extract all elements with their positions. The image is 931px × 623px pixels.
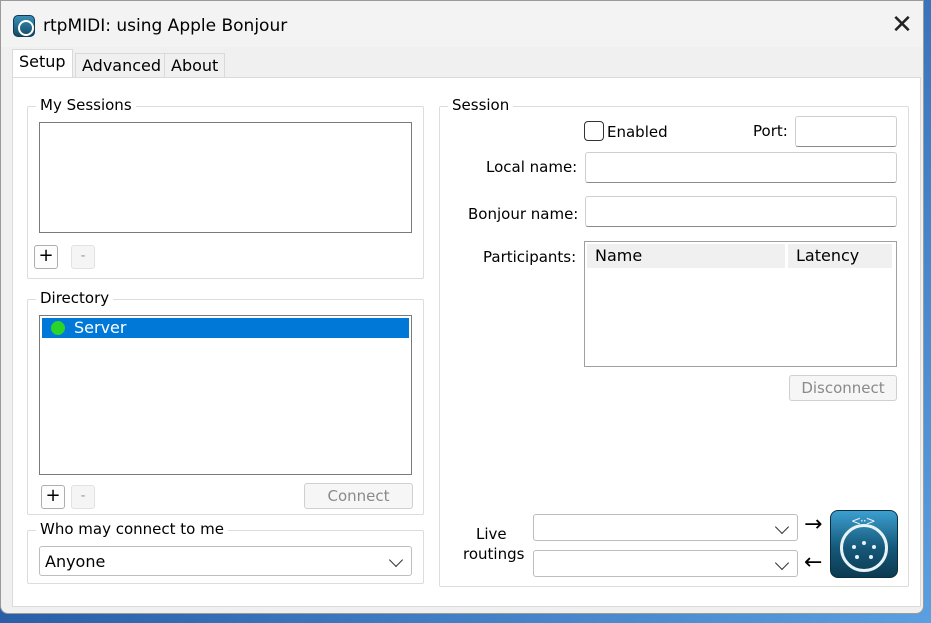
arrow-left-icon: ← bbox=[804, 550, 823, 575]
online-status-icon bbox=[51, 321, 65, 335]
tab-advanced[interactable]: Advanced bbox=[75, 53, 169, 77]
who-may-connect-select[interactable]: Anyone bbox=[39, 546, 412, 576]
session-group: Session Enabled Port: Local name: Bonjou… bbox=[439, 96, 909, 587]
my-sessions-title: My Sessions bbox=[36, 96, 136, 114]
directory-item-label: Server bbox=[74, 318, 127, 337]
bonjour-name-label: Bonjour name: bbox=[468, 205, 579, 223]
setup-tab-panel: My Sessions + - Directory Server + - Con… bbox=[12, 77, 921, 607]
midi-pin-icon bbox=[862, 541, 866, 545]
directory-group: Directory Server + - Connect bbox=[27, 289, 424, 515]
who-may-connect-value: Anyone bbox=[45, 552, 106, 571]
window-title: rtpMIDI: using Apple Bonjour bbox=[43, 16, 288, 36]
midi-ring-icon bbox=[840, 524, 888, 572]
live-routings-label-line2: routings bbox=[463, 545, 525, 563]
title-bar: rtpMIDI: using Apple Bonjour ✕ bbox=[1, 1, 923, 47]
my-sessions-list[interactable] bbox=[39, 122, 412, 233]
my-sessions-group: My Sessions + - bbox=[27, 96, 424, 279]
add-directory-button[interactable]: + bbox=[41, 485, 65, 509]
chevron-down-icon bbox=[774, 555, 790, 571]
who-may-connect-title: Who may connect to me bbox=[36, 520, 228, 538]
participants-header-latency[interactable]: Latency bbox=[788, 244, 892, 268]
tab-setup[interactable]: Setup bbox=[12, 49, 73, 77]
remove-session-button[interactable]: - bbox=[71, 245, 95, 269]
port-label: Port: bbox=[753, 122, 788, 140]
midi-pin-icon bbox=[852, 545, 856, 549]
midi-pin-icon bbox=[869, 555, 873, 559]
connect-button[interactable]: Connect bbox=[304, 483, 413, 509]
close-button[interactable]: ✕ bbox=[887, 11, 917, 41]
session-title: Session bbox=[448, 96, 514, 114]
add-session-button[interactable]: + bbox=[34, 245, 58, 269]
live-routings-label-line1: Live bbox=[476, 525, 507, 543]
app-icon bbox=[13, 15, 35, 37]
who-may-connect-group: Who may connect to me Anyone bbox=[27, 520, 424, 584]
local-name-label: Local name: bbox=[486, 158, 578, 176]
enabled-label: Enabled bbox=[607, 123, 668, 141]
port-field[interactable] bbox=[795, 116, 897, 147]
directory-item-server[interactable]: Server bbox=[42, 318, 409, 338]
arrow-right-icon: → bbox=[804, 512, 823, 537]
participants-header-name[interactable]: Name bbox=[587, 244, 785, 268]
app-window: rtpMIDI: using Apple Bonjour ✕ Setup Adv… bbox=[0, 0, 924, 614]
live-routing-out-select[interactable] bbox=[533, 514, 798, 541]
bonjour-name-field[interactable] bbox=[585, 196, 897, 227]
chevron-down-icon bbox=[388, 552, 404, 568]
directory-title: Directory bbox=[36, 289, 114, 307]
disconnect-button[interactable]: Disconnect bbox=[789, 375, 897, 401]
midi-pin-icon bbox=[872, 545, 876, 549]
directory-list[interactable]: Server bbox=[39, 315, 412, 475]
local-name-field[interactable] bbox=[585, 152, 897, 183]
midi-connector-icon[interactable]: <··> bbox=[830, 510, 898, 578]
enabled-checkbox[interactable] bbox=[584, 121, 604, 141]
remove-directory-button[interactable]: - bbox=[71, 485, 95, 509]
participants-list[interactable]: Name Latency bbox=[584, 241, 897, 367]
tab-about[interactable]: About bbox=[164, 53, 226, 77]
midi-pin-icon bbox=[855, 555, 859, 559]
live-routing-in-select[interactable] bbox=[533, 550, 798, 577]
participants-label: Participants: bbox=[483, 248, 577, 266]
chevron-down-icon bbox=[774, 519, 790, 535]
